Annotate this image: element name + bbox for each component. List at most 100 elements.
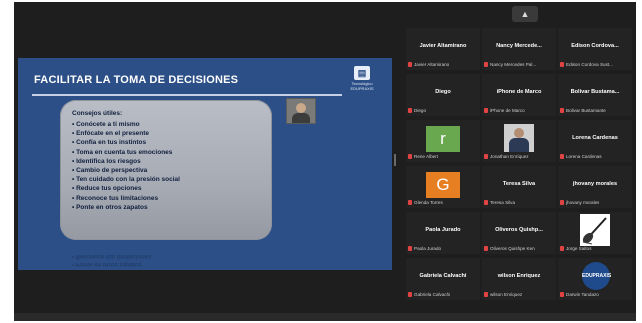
participant-display-name: Bolivar Bustama... — [570, 89, 620, 95]
participant-name-text: wilson Enriquez — [490, 292, 523, 297]
muted-mic-icon — [408, 154, 412, 160]
participant-display-name: Diego — [435, 89, 451, 95]
tip-item: • Identifica los riesgos — [72, 157, 141, 165]
guitar-icon — [582, 217, 607, 245]
muted-mic-icon — [408, 200, 412, 206]
participant-name-text: Lorena Cardenas — [566, 154, 602, 159]
participant-display-name: Nancy Mercede... — [496, 43, 542, 49]
participant-initial-avatar: r — [426, 126, 460, 152]
participant-name-text: jhovany morales — [566, 200, 600, 205]
tip-item: • Toma en cuenta tus emociones — [72, 148, 173, 156]
muted-mic-icon — [484, 200, 488, 206]
participant-name-label: jhovany morales — [560, 199, 599, 206]
participant-name-label: Diego — [408, 107, 426, 114]
tip-item: • Reduce tus opciones — [72, 185, 142, 193]
participant-initial-avatar: G — [426, 172, 460, 198]
meeting-toolbar — [14, 313, 636, 321]
participant-tile[interactable]: Teresa Silva Teresa Silva — [482, 166, 556, 208]
participant-display-name: Paola Jurado — [425, 227, 461, 233]
participant-tile[interactable]: EDUPRAXIS Darwin Tandazo — [558, 258, 632, 300]
participant-tile[interactable]: Jonathan Enríquez — [482, 120, 556, 162]
tips-panel: Consejos útiles: • Conócete a ti mismo •… — [60, 100, 272, 240]
split-view-handle[interactable] — [394, 154, 396, 166]
zoom-meeting-window: ▲ FACILITAR LA TOMA DE DECISIONES ▤ Tecn… — [14, 2, 636, 321]
participant-name-text: Nancy Mercedes Pal... — [490, 62, 537, 67]
muted-mic-icon — [484, 154, 488, 160]
participant-name-label: Lorena Cardenas — [560, 153, 602, 160]
participant-name-text: Gabriela Calvachi — [414, 292, 451, 297]
participant-display-name: Teresa Silva — [502, 181, 536, 187]
participant-tile[interactable]: Oliveros Quishp... Oliveros Quishpe Ken — [482, 212, 556, 254]
muted-mic-icon — [408, 62, 412, 68]
tip-item: • Reconoce tus limitaciones — [72, 194, 159, 202]
participant-name-text: Diego — [414, 108, 427, 113]
photo-face — [514, 128, 524, 138]
participant-display-name: Gabriela Calvachi — [419, 273, 467, 279]
tips-heading: Consejos útiles: — [72, 110, 123, 117]
participant-tile[interactable]: Nancy Mercede... Nancy Mercedes Pal... — [482, 28, 556, 70]
participant-name-text: Teresa Silva — [490, 200, 516, 205]
tip-item: • Ponte en otros zapatos — [72, 203, 148, 211]
participant-name-label: Gabriela Calvachi — [408, 291, 450, 298]
participant-display-name: Oliveros Quishp... — [495, 227, 543, 233]
participant-name-label: wilson Enriquez — [484, 291, 522, 298]
participant-tile[interactable]: wilson Enriquez wilson Enriquez — [482, 258, 556, 300]
muted-mic-icon — [560, 292, 564, 298]
muted-mic-icon — [560, 108, 564, 114]
participant-name-text: Jorge Saltos — [566, 246, 592, 251]
participant-name-text: Oliveros Quishpe Ken — [490, 246, 535, 251]
participant-tile[interactable]: r Rene Albert — [406, 120, 480, 162]
guitar-avatar — [580, 214, 610, 246]
participant-tile[interactable]: Gabriela Calvachi Gabriela Calvachi — [406, 258, 480, 300]
muted-mic-icon — [560, 154, 564, 160]
participant-name-label: Glenda Torres — [408, 199, 443, 206]
participant-name-label: Rene Albert — [408, 153, 438, 160]
presenter-body — [292, 113, 310, 123]
participant-tile[interactable]: G Glenda Torres — [406, 166, 480, 208]
participant-tile[interactable]: iPhone de Marco iPhone de Marco — [482, 74, 556, 116]
participant-display-name: Lorena Cardenas — [572, 135, 618, 141]
participant-tile[interactable]: Edison Cordova... Edison Cordova Sust... — [558, 28, 632, 70]
participant-name-label: Javier Altamirano — [408, 61, 449, 68]
participant-tile[interactable]: Javier Altamirano Javier Altamirano — [406, 28, 480, 70]
participant-name-label: Darwin Tandazo — [560, 291, 599, 298]
presenter-video-thumbnail[interactable] — [286, 98, 316, 124]
participant-name-label: Oliveros Quishpe Ken — [484, 245, 535, 252]
slide-title: FACILITAR LA TOMA DE DECISIONES — [34, 74, 239, 86]
participant-name-label: iPhone de Marco — [484, 107, 525, 114]
participant-display-name: jhovany morales — [572, 181, 618, 187]
muted-mic-icon — [408, 292, 412, 298]
participant-tile[interactable]: Paola Jurado Paola Jurado — [406, 212, 480, 254]
participant-name-label: Paola Jurado — [408, 245, 441, 252]
institution-logo-avatar: EDUPRAXIS — [582, 262, 611, 290]
muted-mic-icon — [408, 246, 412, 252]
muted-mic-icon — [560, 200, 564, 206]
participant-name-text: Bolivar Bustamante — [566, 108, 606, 113]
participant-tile[interactable]: Jorge Saltos — [558, 212, 632, 254]
participant-name-label: Bolivar Bustamante — [560, 107, 606, 114]
participant-tile[interactable]: Bolivar Bustama... Bolivar Bustamante — [558, 74, 632, 116]
muted-mic-icon — [484, 246, 488, 252]
participant-name-text: iPhone de Marco — [490, 108, 525, 113]
tip-item: • Conócete a ti mismo — [72, 121, 140, 128]
presenter-face — [296, 103, 306, 113]
participant-display-name: wilson Enriquez — [497, 273, 541, 279]
participant-name-text: Darwin Tandazo — [566, 292, 599, 297]
muted-mic-icon — [484, 108, 488, 114]
participant-photo — [504, 124, 534, 152]
participant-tile[interactable]: jhovany morales jhovany morales — [558, 166, 632, 208]
tips-list: • Conócete a ti mismo • Enfócate en el p… — [72, 120, 180, 212]
photo-body — [509, 138, 529, 152]
institution-logo: ▤ Tecnológico EDUPRAXIS — [340, 66, 384, 104]
tips-reflection: • Ponte en otros zapatos • Reconoce tus … — [72, 246, 252, 268]
participant-display-name: Edison Cordova... — [571, 43, 619, 49]
participant-name-text: Rene Albert — [414, 154, 439, 159]
chevron-up-icon: ▲ — [520, 9, 530, 19]
participant-name-text: Javier Altamirano — [414, 62, 450, 67]
gallery-scroll-up-button[interactable]: ▲ — [512, 6, 538, 22]
tip-item: • Confía en tus instintos — [72, 139, 147, 147]
participant-tile[interactable]: Lorena Cardenas Lorena Cardenas — [558, 120, 632, 162]
participant-tile[interactable]: Diego Diego — [406, 74, 480, 116]
muted-mic-icon — [408, 108, 412, 114]
participant-name-label: Teresa Silva — [484, 199, 515, 206]
